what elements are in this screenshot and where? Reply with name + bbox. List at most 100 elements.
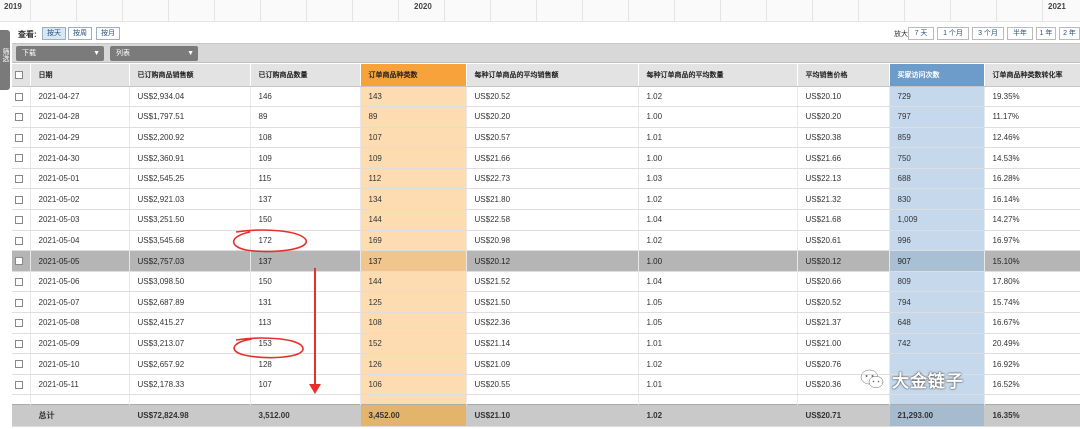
date-range-timeline[interactable]: 2019 2020 2021 [0, 0, 1080, 22]
units-ordered-cell: 153 [250, 333, 361, 355]
total-order-items-cell: 3,452.00 [360, 404, 467, 428]
avg-selling-price-cell: US$21.00 [797, 333, 890, 355]
date-cell: 2021-05-05 [30, 250, 130, 272]
select-all-checkbox[interactable] [15, 70, 23, 79]
table-row[interactable]: 2021-04-30 US$2,360.91 109 109 US$21.66 1.00 U… [12, 147, 1080, 169]
zoom-1-year-button[interactable]: 1 年 [1036, 27, 1056, 40]
timeline-year-label: 2019 [4, 2, 22, 11]
sessions-cell: 648 [889, 312, 985, 334]
column-header[interactable]: 已订购商品数量 [250, 64, 361, 87]
total-sessions-cell: 21,293.00 [889, 404, 985, 428]
table-row[interactable]: 2021-04-27 US$2,934.04 146 143 US$20.52 1.02 U… [12, 86, 1080, 108]
column-header[interactable]: 已订购商品销售额 [129, 64, 251, 87]
table-row[interactable]: 2021-04-29 US$2,200.92 108 107 US$20.57 1.01 U… [12, 127, 1080, 149]
row-checkbox[interactable] [15, 339, 23, 348]
avg-sales-per-item-cell: US$20.55 [466, 374, 639, 396]
zoom-7-days-button[interactable]: 7 天 [908, 27, 934, 40]
avg-selling-price-cell: US$20.52 [797, 291, 890, 314]
total-label: 总计 [30, 404, 130, 428]
date-cell: 2021-04-30 [30, 147, 130, 169]
avg-sales-per-item-cell: US$20.12 [466, 250, 639, 272]
column-header[interactable]: 订单商品种类数转化率 [984, 64, 1080, 87]
ordered-sales-cell: US$1,797.51 [129, 106, 251, 128]
ordered-sales-cell: US$2,415.27 [129, 312, 251, 334]
spacer-cell [250, 394, 361, 405]
timeline-tick [628, 0, 629, 22]
avg-selling-price-cell: US$20.12 [797, 250, 890, 272]
table-row[interactable]: 2021-05-07 US$2,687.89 131 125 US$21.50 1.05 U… [12, 291, 1080, 314]
row-select-cell [12, 312, 31, 334]
columns-dropdown[interactable]: 列表 ▼ [110, 46, 198, 61]
row-checkbox[interactable] [15, 216, 23, 225]
column-header-sorted[interactable]: 订单商品种类数 [360, 64, 467, 87]
timeline-tick [996, 0, 997, 22]
avg-units-per-item-cell: 1.01 [638, 333, 798, 355]
table-row[interactable]: 2021-05-03 US$3,251.50 150 144 US$22.58 1.04 U… [12, 209, 1080, 231]
row-checkbox[interactable] [15, 113, 23, 122]
zoom-1-month-button[interactable]: 1 个月 [937, 27, 969, 40]
filter-panel-toggle[interactable]: 筛选 [0, 30, 10, 90]
column-header-selected[interactable]: 买家访问次数 [889, 64, 985, 87]
column-header[interactable]: 日期 [30, 64, 130, 87]
table-row[interactable]: 2021-05-09 US$3,213.07 153 152 US$21.14 1.01 U… [12, 333, 1080, 355]
table-row[interactable]: 2021-05-05 US$2,757.03 137 137 US$20.12 1.00 U… [12, 250, 1080, 272]
conversion-rate-cell: 16.67% [984, 312, 1080, 334]
sessions-cell: 809 [889, 271, 985, 293]
row-select-cell [12, 147, 31, 169]
timeline-tick [904, 0, 905, 22]
order-items-cell: 169 [360, 230, 467, 252]
avg-selling-price-cell: US$21.66 [797, 147, 890, 169]
date-cell: 2021-04-28 [30, 106, 130, 128]
total-avg-sales-per-item-cell: US$21.10 [466, 404, 639, 428]
timeline-tick [582, 0, 583, 22]
row-select-cell [12, 271, 31, 293]
date-cell: 2021-05-01 [30, 168, 130, 190]
avg-sales-per-item-cell: US$21.52 [466, 271, 639, 293]
row-checkbox[interactable] [15, 154, 23, 163]
table-row[interactable]: 2021-05-02 US$2,921.03 137 134 US$21.80 1.02 U… [12, 188, 1080, 211]
date-cell: 2021-04-29 [30, 127, 130, 149]
table-row[interactable]: 2021-05-08 US$2,415.27 113 108 US$22.36 1.05 U… [12, 312, 1080, 334]
zoom-half-year-button[interactable]: 半年 [1007, 27, 1033, 40]
column-header[interactable]: 每种订单商品的平均数量 [638, 64, 798, 87]
order-items-cell: 134 [360, 188, 467, 211]
table-action-bar: 下载 ▼ 列表 ▼ [12, 43, 1080, 63]
view-by-month-button[interactable]: 按月 [96, 27, 120, 40]
total-spacer-cell [12, 404, 31, 428]
timeline-tick [766, 0, 767, 22]
view-by-day-button[interactable]: 按天 [42, 27, 66, 40]
row-checkbox[interactable] [15, 298, 23, 307]
sessions-cell: 742 [889, 333, 985, 355]
column-header[interactable]: 每种订单商品的平均销售额 [466, 64, 639, 87]
ordered-sales-cell: US$2,200.92 [129, 127, 251, 149]
row-checkbox[interactable] [15, 236, 23, 245]
row-checkbox[interactable] [15, 195, 23, 204]
conversion-rate-cell: 15.74% [984, 291, 1080, 314]
avg-selling-price-cell: US$21.68 [797, 209, 890, 231]
row-checkbox[interactable] [15, 381, 23, 389]
table-row[interactable]: 2021-05-04 US$3,545.68 172 169 US$20.98 1.02 U… [12, 230, 1080, 252]
row-checkbox[interactable] [15, 133, 23, 142]
row-checkbox[interactable] [15, 257, 23, 266]
table-row[interactable]: 2021-04-28 US$1,797.51 89 89 US$20.20 1.00 US$… [12, 106, 1080, 128]
avg-sales-per-item-cell: US$21.50 [466, 291, 639, 314]
timeline-year-label: 2021 [1048, 2, 1066, 11]
row-checkbox[interactable] [15, 92, 23, 101]
units-ordered-cell: 89 [250, 106, 361, 128]
zoom-2-years-button[interactable]: 2 年 [1059, 27, 1080, 40]
row-checkbox[interactable] [15, 360, 23, 369]
column-header[interactable]: 平均销售价格 [797, 64, 890, 87]
row-checkbox[interactable] [15, 278, 23, 287]
row-select-cell [12, 291, 31, 314]
table-row[interactable]: 2021-05-06 US$3,098.50 150 144 US$21.52 1.04 U… [12, 271, 1080, 293]
spacer-cell [360, 394, 467, 405]
view-by-week-button[interactable]: 按周 [68, 27, 92, 40]
table-row[interactable]: 2021-05-01 US$2,545.25 115 112 US$22.73 1.03 U… [12, 168, 1080, 190]
zoom-3-months-button[interactable]: 3 个月 [972, 27, 1004, 40]
units-ordered-cell: 137 [250, 250, 361, 272]
timeline-tick [490, 0, 491, 22]
download-dropdown[interactable]: 下载 ▼ [16, 46, 104, 61]
row-checkbox[interactable] [15, 319, 23, 328]
row-checkbox[interactable] [15, 175, 23, 184]
row-select-cell [12, 374, 31, 396]
